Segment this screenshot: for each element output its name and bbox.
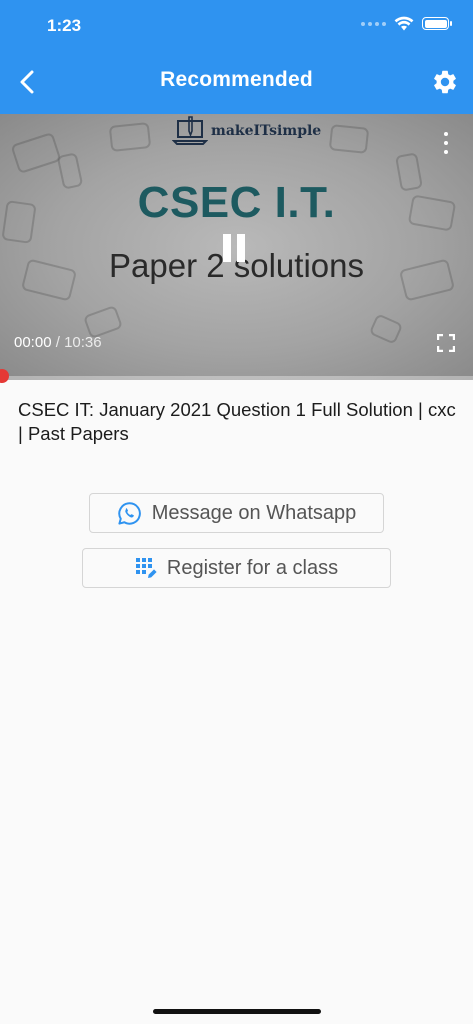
battery-icon — [422, 17, 452, 30]
page-title: Recommended — [160, 68, 313, 91]
pause-icon — [223, 234, 231, 262]
register-button-label: Register for a class — [166, 556, 339, 579]
brand-logo: makeITsimple — [172, 116, 321, 146]
signal-icon — [361, 21, 386, 26]
video-duration: 10:36 — [64, 334, 102, 351]
gear-icon — [434, 70, 456, 94]
brand-name: makeITsimple — [211, 123, 322, 139]
doodle-laptop-icon — [108, 121, 152, 153]
current-time: 00:00 — [14, 334, 52, 351]
doodle-laptop-icon — [328, 124, 370, 154]
register-class-button[interactable]: Register for a class — [82, 548, 391, 588]
video-timecode: 00:00 / 10:36 — [14, 334, 102, 351]
video-title: CSEC IT: January 2021 Question 1 Full So… — [18, 399, 456, 444]
video-progress-track[interactable] — [0, 376, 473, 380]
status-time: 1:23 — [47, 16, 82, 35]
pause-button[interactable] — [223, 234, 249, 262]
more-options-button[interactable] — [439, 132, 453, 154]
video-player[interactable]: makeITsimple CSEC I.T. Paper 2 solutions… — [0, 114, 473, 380]
status-icons — [361, 16, 452, 31]
more-vertical-icon — [444, 132, 448, 136]
grid-pencil-icon — [135, 558, 157, 578]
fullscreen-button[interactable] — [436, 333, 456, 353]
fullscreen-icon — [436, 333, 456, 353]
whatsapp-button[interactable]: Message on Whatsapp — [89, 493, 384, 533]
laptop-pencil-icon — [172, 116, 208, 145]
settings-button[interactable] — [429, 66, 461, 98]
wifi-icon — [394, 16, 414, 31]
video-overlay-title: CSEC I.T. — [137, 178, 336, 227]
home-indicator — [153, 1009, 321, 1014]
whatsapp-button-label: Message on Whatsapp — [151, 501, 357, 524]
time-separator: / — [55, 334, 60, 351]
app-bar: 1:23 Recommended — [0, 0, 473, 114]
whatsapp-icon — [118, 501, 141, 525]
video-progress-thumb[interactable] — [0, 369, 9, 383]
